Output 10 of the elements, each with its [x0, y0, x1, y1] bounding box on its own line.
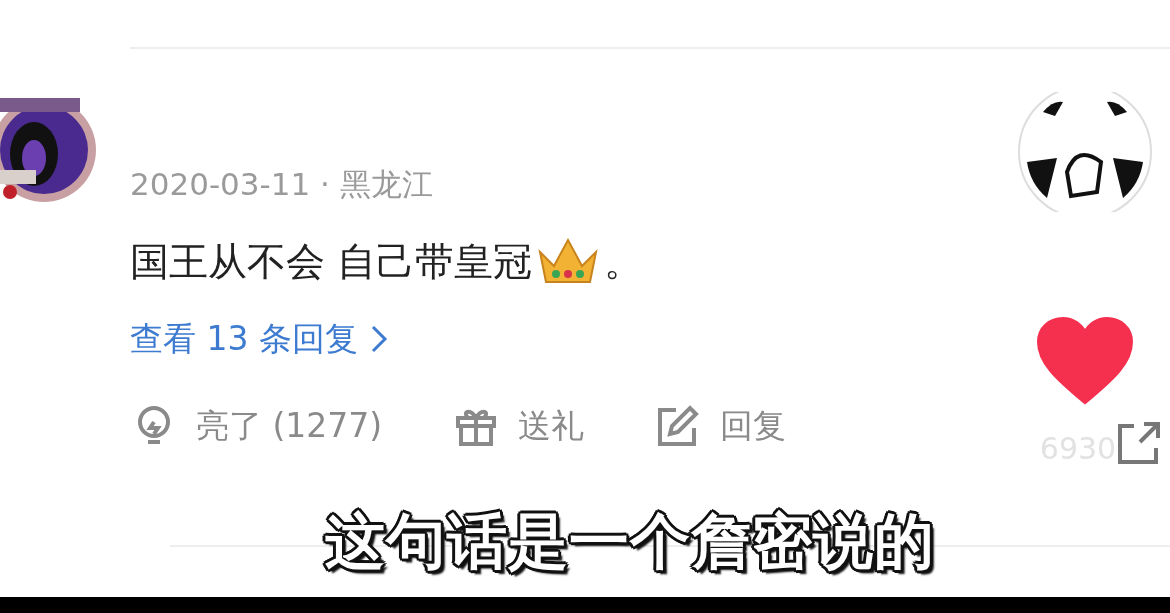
gift-button[interactable]: 送礼 [452, 402, 585, 450]
reply-button[interactable]: 回复 [654, 402, 787, 450]
comment-text-end: 。 [604, 238, 644, 286]
comment-text: 国王从不会 自己带皇冠 [130, 238, 533, 286]
share-icon[interactable] [1116, 422, 1161, 466]
light-button[interactable]: 亮了 (1277) [130, 402, 383, 450]
heart-icon[interactable] [1036, 316, 1134, 406]
view-replies-link[interactable]: 查看 13 条回复 [130, 314, 1000, 364]
comment-meta: 2020-03-11 · 黑龙江 [130, 165, 434, 204]
chevron-right-icon [370, 324, 388, 354]
